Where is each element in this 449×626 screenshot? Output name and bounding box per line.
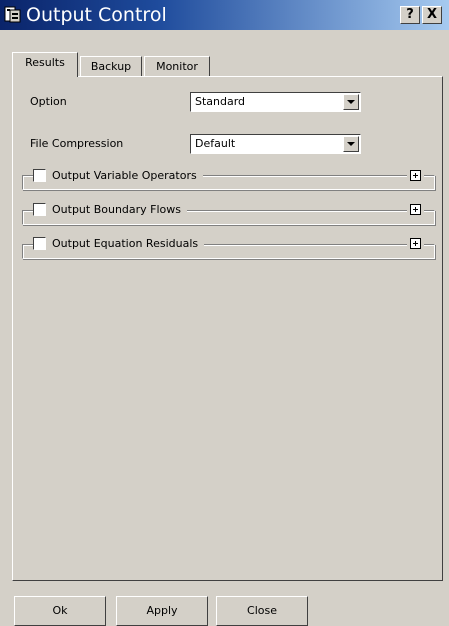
- close-button-label: Close: [247, 604, 277, 617]
- tab-monitor[interactable]: Monitor: [144, 56, 210, 78]
- chevron-down-icon[interactable]: [343, 94, 359, 110]
- ok-button[interactable]: Ok: [14, 596, 106, 626]
- ok-button-label: Ok: [52, 604, 68, 617]
- option-select[interactable]: Standard: [190, 92, 361, 112]
- output-boundary-flows-checkbox[interactable]: [33, 203, 46, 216]
- group-label: Output Variable Operators: [52, 169, 197, 182]
- output-variable-operators-checkbox[interactable]: [33, 169, 46, 182]
- output-variable-operators-header[interactable]: Output Variable Operators: [33, 169, 203, 183]
- apply-button-label: Apply: [146, 604, 178, 617]
- help-icon: ?: [406, 7, 414, 22]
- tab-results[interactable]: Results: [12, 52, 78, 77]
- expand-icon[interactable]: [407, 237, 424, 250]
- expand-icon[interactable]: [407, 203, 424, 216]
- option-label: Option: [30, 95, 67, 108]
- output-equation-residuals-checkbox[interactable]: [33, 237, 46, 250]
- file-compression-select[interactable]: Default: [190, 134, 361, 154]
- title-bar[interactable]: Output Control ? X: [0, 0, 449, 30]
- option-select-value: Standard: [195, 95, 246, 108]
- close-button[interactable]: Close: [216, 596, 308, 626]
- window-title: Output Control: [26, 4, 167, 26]
- tab-label: Monitor: [156, 60, 198, 73]
- group-label: Output Boundary Flows: [52, 203, 182, 216]
- output-control-icon: [4, 6, 22, 24]
- tab-label: Backup: [90, 60, 132, 73]
- file-compression-select-value: Default: [195, 137, 236, 150]
- group-label: Output Equation Residuals: [52, 237, 199, 250]
- chevron-down-icon[interactable]: [343, 136, 359, 152]
- help-button[interactable]: ?: [400, 6, 420, 24]
- output-boundary-flows-header[interactable]: Output Boundary Flows: [33, 203, 188, 217]
- close-icon: X: [426, 7, 438, 22]
- file-compression-label: File Compression: [30, 137, 124, 150]
- apply-button[interactable]: Apply: [116, 596, 208, 626]
- output-equation-residuals-header[interactable]: Output Equation Residuals: [33, 237, 205, 251]
- close-window-button[interactable]: X: [422, 6, 442, 24]
- expand-icon[interactable]: [407, 169, 424, 182]
- tab-label: Results: [25, 56, 65, 69]
- results-panel: Option Standard File Compression Default…: [12, 76, 443, 581]
- tab-backup[interactable]: Backup: [80, 56, 142, 78]
